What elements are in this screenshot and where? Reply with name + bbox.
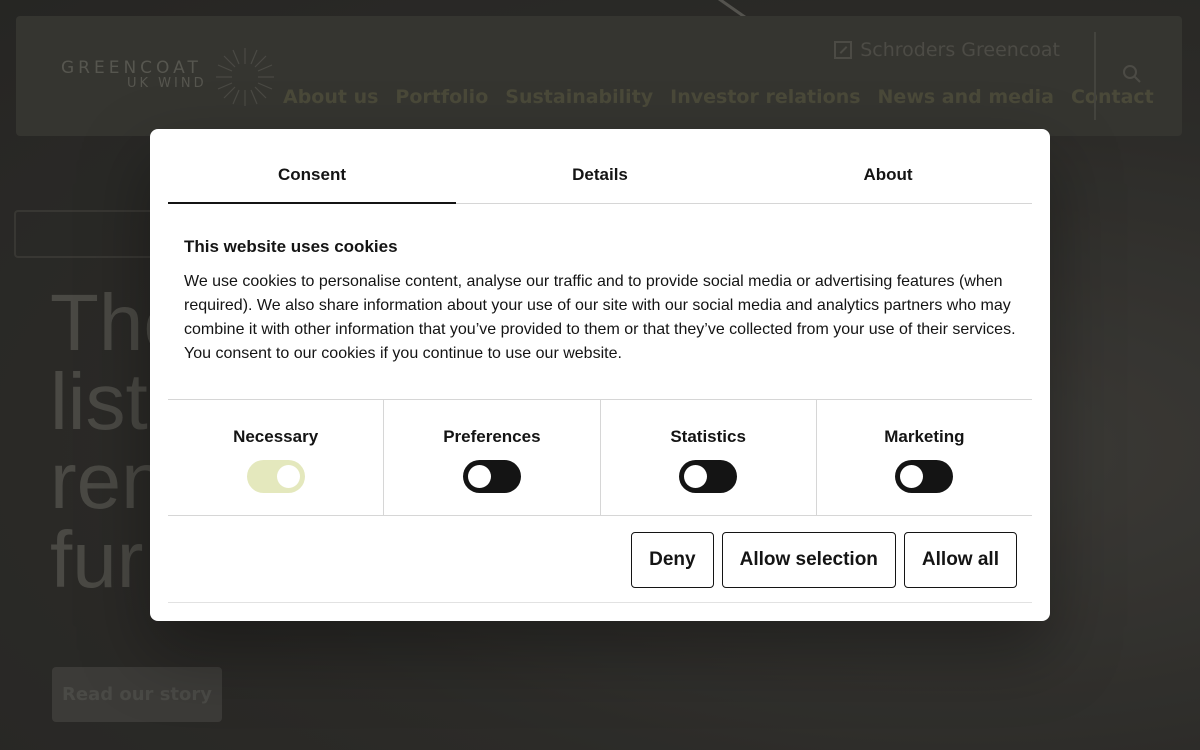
statistics-toggle[interactable] <box>679 460 738 493</box>
tab-details[interactable]: Details <box>456 147 744 203</box>
toggle-knob <box>684 465 708 488</box>
consent-body: We use cookies to personalise content, a… <box>184 273 1016 362</box>
category-marketing: Marketing <box>817 400 1032 515</box>
marketing-toggle[interactable] <box>895 460 954 493</box>
toggle-knob <box>467 465 491 488</box>
preferences-toggle[interactable] <box>462 460 521 493</box>
category-necessary: Necessary <box>168 400 385 515</box>
category-label: Statistics <box>670 427 746 446</box>
dialog-tabs: Consent Details About <box>168 147 1032 204</box>
category-label: Marketing <box>884 427 965 446</box>
cookie-consent-dialog: Consent Details About This website uses … <box>150 129 1050 621</box>
necessary-toggle[interactable] <box>246 460 305 493</box>
toggle-knob <box>900 465 924 488</box>
category-statistics: Statistics <box>601 400 817 515</box>
category-label: Necessary <box>233 427 319 446</box>
consent-buttons: Deny Allow selection Allow all <box>631 532 1017 588</box>
tab-consent[interactable]: Consent <box>168 147 456 204</box>
consent-content: This website uses cookies We use cookies… <box>184 237 1016 366</box>
toggle-knob <box>276 465 300 488</box>
allow-selection-button[interactable]: Allow selection <box>721 532 896 588</box>
deny-button[interactable]: Deny <box>631 532 714 588</box>
tab-about[interactable]: About <box>744 147 1032 203</box>
consent-heading: This website uses cookies <box>184 237 398 256</box>
category-label: Preferences <box>443 427 541 446</box>
dialog-divider <box>168 602 1032 603</box>
cookie-category-toggles: Necessary Preferences Statistics Marketi… <box>168 399 1032 516</box>
allow-all-button[interactable]: Allow all <box>903 532 1017 588</box>
category-preferences: Preferences <box>384 400 601 515</box>
